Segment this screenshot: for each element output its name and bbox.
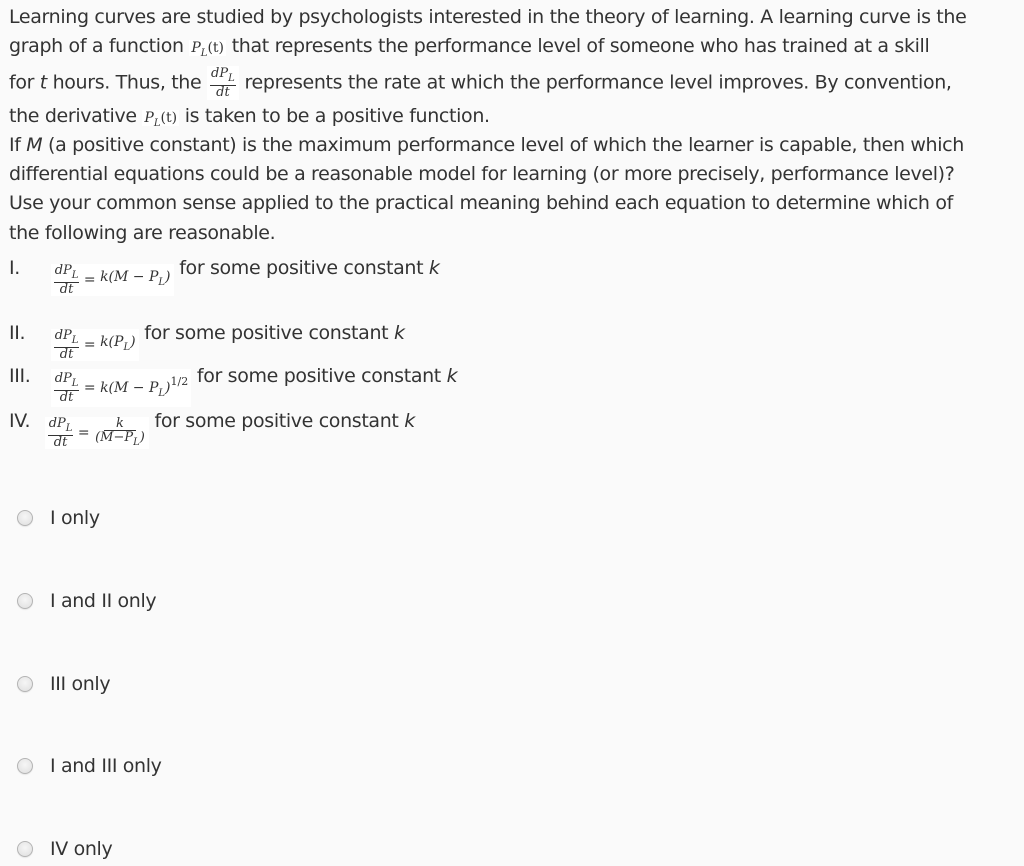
question-line: Use your common sense applied to the pra… xyxy=(9,192,953,214)
answer-option-4[interactable]: I and III only xyxy=(17,755,162,777)
answer-option-label[interactable]: I and III only xyxy=(50,755,162,777)
question-text-fragment: represents the rate at which the perform… xyxy=(244,71,952,94)
statement-2: II. dPL dt = k(PL) for some positive cons… xyxy=(9,320,405,361)
statement-3: III. dPL dt = k(M − PL)1/2 for some posit… xyxy=(9,363,458,407)
question-line: the following are reasonable. xyxy=(9,222,276,244)
question-line: If M (a positive constant) is the maximu… xyxy=(9,132,964,158)
answer-option-label[interactable]: IV only xyxy=(50,838,113,860)
statement-suffix: for some positive constant xyxy=(179,257,424,279)
statement-suffix: for some positive constant xyxy=(144,322,389,344)
math-derivative-fraction: dPL dt xyxy=(207,66,239,100)
statement-equation: dPL dt = k(M − PL) xyxy=(50,264,174,296)
variable-k: k xyxy=(393,322,405,344)
variable-k: k xyxy=(404,410,415,432)
radio-button[interactable] xyxy=(17,676,33,692)
question-text-fragment: If xyxy=(9,134,21,156)
question-text-fragment: the derivative xyxy=(9,105,137,127)
radio-button[interactable] xyxy=(17,841,33,857)
variable-M: M xyxy=(26,134,43,156)
math-function-PL-t: PL(t) xyxy=(142,110,180,129)
question-text-fragment: graph of a function xyxy=(9,35,184,57)
question-text-fragment: hours. Thus, the xyxy=(52,71,202,94)
statement-numeral: III. xyxy=(9,365,31,387)
radio-button[interactable] xyxy=(17,510,33,526)
question-text-fragment: that represents the performance level of… xyxy=(231,35,930,57)
answer-option-2[interactable]: I and II only xyxy=(17,590,157,612)
answer-option-1[interactable]: I only xyxy=(17,507,100,529)
statement-equation: dPL dt = k (M−PL) xyxy=(44,417,149,449)
question-line: Learning curves are studied by psycholog… xyxy=(9,6,967,28)
statement-suffix: for some positive constant xyxy=(154,410,399,432)
statement-numeral: IV. xyxy=(9,410,31,432)
variable-k: k xyxy=(446,365,458,387)
question-text-fragment: (a positive constant) is the maximum per… xyxy=(48,134,964,156)
statement-suffix: for some positive constant xyxy=(196,365,441,387)
question-line: graph of a function PL(t) that represent… xyxy=(9,33,930,67)
answer-option-3[interactable]: III only xyxy=(17,673,111,695)
statement-1: I. dPL dt = k(M − PL) for some positive c… xyxy=(9,255,440,296)
answer-option-label[interactable]: III only xyxy=(50,673,111,695)
answer-option-label[interactable]: I only xyxy=(50,507,100,529)
answer-option-5[interactable]: IV only xyxy=(17,838,113,860)
variable-k: k xyxy=(428,257,440,279)
radio-button[interactable] xyxy=(17,758,33,774)
question-text-fragment: for xyxy=(9,71,35,94)
answer-option-label[interactable]: I and II only xyxy=(50,590,157,612)
variable-t: t xyxy=(39,71,47,94)
statement-4: IV. dPL dt = k (M−PL) for some positive co… xyxy=(9,408,415,449)
question-line: differential equations could be a reason… xyxy=(9,163,955,185)
radio-button[interactable] xyxy=(17,593,33,609)
question-line: for t hours. Thus, the dPL dt represents … xyxy=(9,66,952,100)
math-function-PL-t: PL(t) xyxy=(189,40,226,59)
statement-equation: dPL dt = k(PL) xyxy=(50,329,139,361)
statement-numeral: I. xyxy=(9,257,20,279)
question-text-fragment: is taken to be a positive function. xyxy=(184,105,490,127)
statement-numeral: II. xyxy=(9,322,26,344)
statement-equation: dPL dt = k(M − PL)1/2 xyxy=(50,369,192,407)
